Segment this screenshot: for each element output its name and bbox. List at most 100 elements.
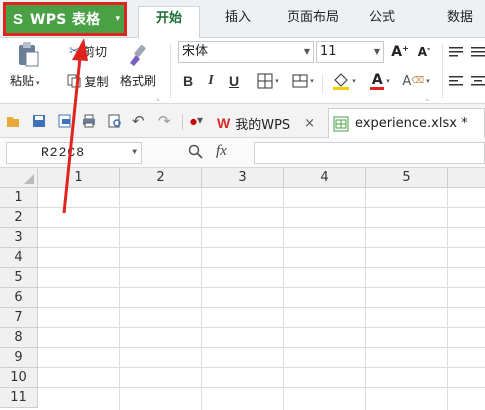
tab-my-wps[interactable]: W 我的WPS × xyxy=(212,108,324,138)
print-icon[interactable] xyxy=(82,114,96,128)
save-icon[interactable] xyxy=(32,114,46,128)
font-name-select[interactable]: 宋体 ▼ xyxy=(178,41,314,63)
eraser-icon: A xyxy=(402,73,412,89)
file-tab-label: experience.xlsx * xyxy=(355,116,468,131)
align-top-button[interactable] xyxy=(448,41,464,63)
fill-color-button[interactable]: ▾ xyxy=(328,70,360,92)
grid-line xyxy=(38,387,485,388)
copy-label: 复制 xyxy=(84,74,109,89)
font-color-icon: A xyxy=(370,71,385,90)
formula-input[interactable] xyxy=(254,142,485,164)
align-left-icon xyxy=(449,76,463,86)
name-box[interactable]: R22C8 ▼ xyxy=(6,142,142,164)
row-header[interactable]: 2 xyxy=(0,208,38,228)
font-name-value: 宋体 xyxy=(182,44,209,59)
copy-button[interactable]: 复制 xyxy=(60,70,116,92)
align-lines-icon xyxy=(449,47,463,57)
column-header[interactable]: 2 xyxy=(120,168,202,188)
column-header[interactable]: 1 xyxy=(38,168,120,188)
tab-experience-xlsx[interactable]: experience.xlsx * xyxy=(328,108,485,138)
zoom-icon[interactable] xyxy=(188,144,204,164)
redo-icon[interactable]: ↷ xyxy=(158,112,171,130)
font-group-expander-icon[interactable]: ⌞ xyxy=(426,94,429,102)
wps-w-icon: W xyxy=(217,115,231,131)
corner-triangle-icon xyxy=(24,174,34,184)
row-header[interactable]: 11 xyxy=(0,388,38,408)
column-header[interactable]: 4 xyxy=(284,168,366,188)
tab-page-layout[interactable]: 页面布局 xyxy=(278,6,348,38)
clipboard-group-expander-icon[interactable]: ⌞ xyxy=(157,94,160,102)
font-size-value: 11 xyxy=(320,44,337,59)
clear-format-button[interactable]: A ⌫ ▾ xyxy=(400,70,432,92)
row-header[interactable]: 7 xyxy=(0,308,38,328)
row-header[interactable]: 9 xyxy=(0,348,38,368)
grid-line xyxy=(38,307,485,308)
format-painter-label[interactable]: 格式刷 xyxy=(120,72,156,89)
spreadsheet-file-icon xyxy=(333,116,349,131)
tab-formula[interactable]: 公式 xyxy=(362,6,402,38)
cut-button[interactable]: ✂ 剪切 xyxy=(60,40,116,62)
row-header[interactable]: 4 xyxy=(0,248,38,268)
shrink-font-icon: A xyxy=(417,45,427,59)
grid-line xyxy=(38,367,485,368)
customize-quick-access-icon[interactable]: ●▾ xyxy=(190,113,203,127)
row-header[interactable]: 10 xyxy=(0,368,38,388)
format-painter-button[interactable] xyxy=(124,40,152,68)
separator xyxy=(182,114,183,130)
quick-access-bar: ↶ ↷ ●▾ W 我的WPS × experience.xlsx * xyxy=(0,104,485,138)
export-pdf-icon[interactable] xyxy=(58,114,72,128)
chevron-down-icon: ▼ xyxy=(132,148,137,157)
close-icon[interactable]: × xyxy=(304,116,315,131)
insert-function-button[interactable]: fx xyxy=(216,143,227,160)
align-lines-icon xyxy=(470,47,485,57)
grid-line xyxy=(38,267,485,268)
grid-line xyxy=(119,188,120,410)
grow-font-button[interactable]: A + xyxy=(390,41,410,63)
paste-button[interactable] xyxy=(14,40,42,68)
align-center-icon xyxy=(470,76,485,86)
grid-line xyxy=(38,247,485,248)
bold-button[interactable]: B xyxy=(180,70,196,92)
grid-line xyxy=(38,207,485,208)
grid-line xyxy=(38,227,485,228)
undo-icon[interactable]: ↶ xyxy=(132,112,145,130)
column-header[interactable] xyxy=(448,168,485,188)
row-header[interactable]: 1 xyxy=(0,188,38,208)
cut-label: 剪切 xyxy=(82,44,107,59)
grid-line xyxy=(38,327,485,328)
print-preview-icon[interactable] xyxy=(108,114,122,128)
merge-cells-button[interactable]: ▾ xyxy=(288,70,318,92)
chevron-down-icon: ▼ xyxy=(303,47,310,56)
shrink-font-button[interactable]: A- xyxy=(414,41,434,63)
select-all-corner[interactable] xyxy=(0,168,38,188)
my-wps-label: 我的WPS xyxy=(235,117,291,133)
align-center-button[interactable] xyxy=(470,70,485,92)
row-header[interactable]: 3 xyxy=(0,228,38,248)
folder-icon[interactable] xyxy=(6,114,20,128)
wps-app-menu-button[interactable]: S WPS 表格 ▾ xyxy=(3,2,127,36)
align-middle-button[interactable] xyxy=(470,41,485,63)
column-header[interactable]: 3 xyxy=(202,168,284,188)
grid-line xyxy=(447,188,448,410)
tab-home[interactable]: 开始 xyxy=(138,6,200,38)
font-color-button[interactable]: A ▾ xyxy=(364,70,396,92)
grid-line xyxy=(283,188,284,410)
column-header[interactable]: 5 xyxy=(366,168,448,188)
row-header[interactable]: 6 xyxy=(0,288,38,308)
row-header[interactable]: 8 xyxy=(0,328,38,348)
wps-logo-icon: S xyxy=(12,10,23,28)
tab-data[interactable]: 数据 xyxy=(440,6,480,38)
spreadsheet-grid[interactable]: 1 2 3 4 5 1 2 3 4 5 6 7 8 9 10 11 xyxy=(0,168,485,410)
align-left-button[interactable] xyxy=(448,70,464,92)
row-header[interactable]: 5 xyxy=(0,268,38,288)
borders-button[interactable]: ▾ xyxy=(252,70,284,92)
fill-color-swatch xyxy=(333,87,350,90)
copy-icon xyxy=(67,74,81,88)
underline-button[interactable]: U xyxy=(226,70,242,92)
formula-bar: R22C8 ▼ fx xyxy=(0,138,485,168)
font-size-select[interactable]: 11 ▼ xyxy=(316,41,384,63)
paste-label[interactable]: 粘贴 ▾ xyxy=(10,72,40,89)
scissors-icon: ✂ xyxy=(69,43,80,59)
italic-button[interactable]: I xyxy=(204,70,218,92)
tab-insert[interactable]: 插入 xyxy=(212,6,264,38)
